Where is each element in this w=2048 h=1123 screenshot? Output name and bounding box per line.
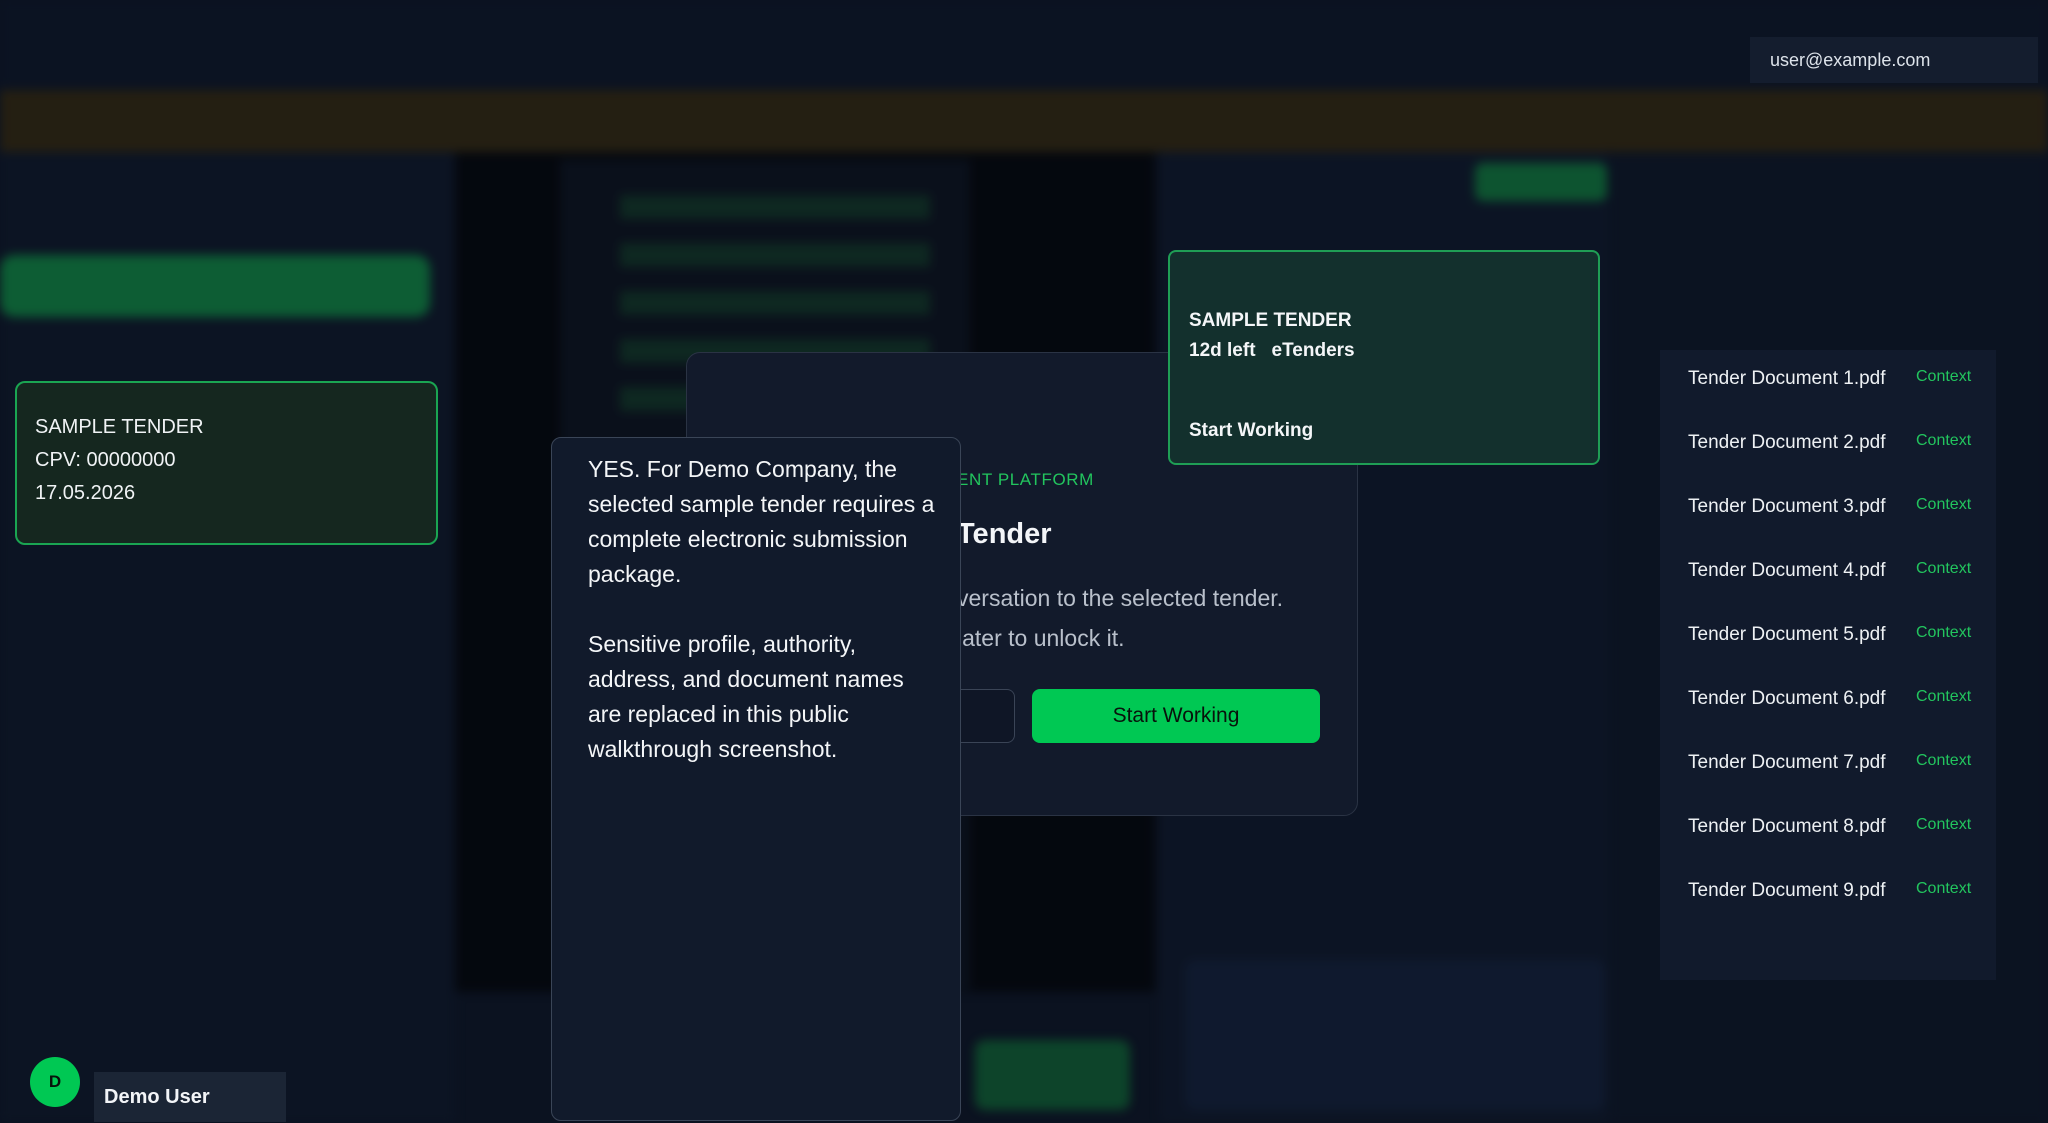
document-name: Tender Document 5.pdf [1688,624,1886,645]
document-row[interactable]: Tender Document 2.pdf Context [1688,428,1988,458]
document-context-tag[interactable]: Context [1916,624,1971,642]
document-name: Tender Document 8.pdf [1688,816,1886,837]
modal-kicker: ENT PLATFORM [957,470,1094,489]
modal-description: versation to the selected tender. later … [957,578,1347,658]
top-nav-background [0,0,2048,88]
popup-tender-title: SAMPLE TENDER [1189,310,1352,331]
document-context-tag[interactable]: Context [1916,752,1971,770]
modal-description-line: later to unlock it. [957,625,1125,651]
right-panel-button-background [1475,163,1607,201]
sidebar-primary-button-background [0,255,430,317]
document-context-tag[interactable]: Context [1916,816,1971,834]
right-card-background [1185,960,1605,1110]
document-context-tag[interactable]: Context [1916,368,1971,386]
modal-description-line: versation to the selected tender. [957,585,1284,611]
avatar[interactable]: D [30,1057,80,1107]
chat-paragraph: YES. For Demo Company, the selected samp… [588,456,935,587]
tender-date: 17.05.2026 [35,482,136,504]
document-row[interactable]: Tender Document 6.pdf Context [1688,684,1988,714]
tender-popup-card[interactable]: SAMPLE TENDER 12d left eTenders Start Wor… [1168,250,1600,465]
document-name: Tender Document 2.pdf [1688,432,1886,453]
document-row[interactable]: Tender Document 9.pdf Context [1688,876,1988,906]
document-row[interactable]: Tender Document 5.pdf Context [1688,620,1988,650]
chat-paragraph: Sensitive profile, authority, address, a… [588,631,904,762]
document-context-tag[interactable]: Context [1916,880,1971,898]
modal-title: Tender [957,518,1052,550]
document-name: Tender Document 1.pdf [1688,368,1886,389]
document-row[interactable]: Tender Document 1.pdf Context [1688,364,1988,394]
document-name: Tender Document 6.pdf [1688,688,1886,709]
document-row[interactable]: Tender Document 7.pdf Context [1688,748,1988,778]
document-context-tag[interactable]: Context [1916,432,1971,450]
tender-cpv: CPV: 00000000 [35,449,176,471]
document-row[interactable]: Tender Document 8.pdf Context [1688,812,1988,842]
document-name: Tender Document 7.pdf [1688,752,1886,773]
documents-panel: Tender Document 1.pdf Context Tender Docu… [1660,350,1996,980]
document-name: Tender Document 4.pdf [1688,560,1886,581]
document-name: Tender Document 3.pdf [1688,496,1886,517]
chat-message-bubble: YES. For Demo Company, the selected samp… [551,437,961,1121]
document-context-tag[interactable]: Context [1916,560,1971,578]
start-working-button[interactable]: Start Working [1032,689,1320,743]
document-name: Tender Document 9.pdf [1688,880,1886,901]
sidebar-tender-card[interactable]: SAMPLE TENDER CPV: 00000000 17.05.2026 [15,381,438,545]
document-context-tag[interactable]: Context [1916,496,1971,514]
warning-banner-background [0,90,2048,152]
document-row[interactable]: Tender Document 3.pdf Context [1688,492,1988,522]
tender-title: SAMPLE TENDER [35,416,204,438]
popup-start-working-button[interactable]: Start Working [1189,420,1313,442]
bottom-button-background [975,1040,1130,1110]
document-row[interactable]: Tender Document 4.pdf Context [1688,556,1988,586]
popup-tender-meta: 12d left eTenders [1189,340,1355,362]
popup-days-left: 12d left [1189,340,1256,361]
popup-source: eTenders [1271,340,1355,361]
document-context-tag[interactable]: Context [1916,688,1971,706]
user-name[interactable]: Demo User [94,1072,286,1122]
user-email[interactable]: user@example.com [1750,37,2038,83]
